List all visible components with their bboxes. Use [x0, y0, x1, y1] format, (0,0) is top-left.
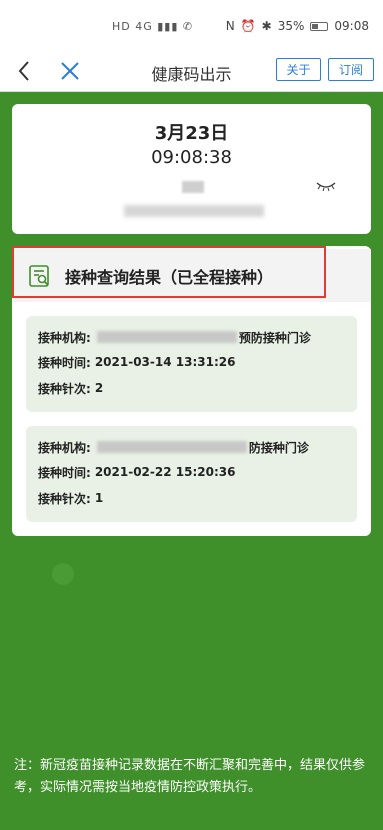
date-label: 3月23日	[154, 123, 229, 144]
vaccination-result-card: 接种查询结果（已全程接种） 接种机构: 预防接种门诊 接种时间: 2021-03…	[12, 246, 371, 536]
institution-label: 接种机构:	[38, 330, 91, 345]
decorative-dot	[52, 563, 74, 585]
date-card: 3月23日 09:08:38	[12, 104, 371, 234]
time-row: 接种时间: 2021-03-14 13:31:26	[38, 353, 235, 371]
institution-label: 接种机构:	[38, 440, 91, 455]
eye-closed-icon[interactable]	[315, 180, 337, 192]
dose-value: 1	[94, 491, 104, 505]
institution-row: 接种机构: 预防接种门诊	[38, 328, 311, 346]
institution-row: 接种机构: 防接种门诊	[38, 438, 309, 456]
close-icon	[61, 62, 79, 80]
dose-label: 接种针次:	[38, 491, 91, 506]
status-right: N ⏰ ✱ 35% 09:08	[226, 19, 369, 33]
redacted-institution	[96, 441, 247, 453]
status-signal-icons: HD 4G ▮▮▮ ✆	[112, 20, 194, 33]
battery-percent: 35%	[277, 19, 305, 33]
status-time: 09:08	[334, 19, 369, 33]
dose-label: 接种针次:	[38, 381, 91, 396]
time-label: 09:08:38	[151, 147, 232, 168]
dose-row: 接种针次: 2	[38, 379, 103, 397]
highlight-box	[12, 246, 326, 298]
time-value: 2021-03-14 13:31:26	[94, 355, 236, 369]
chevron-left-icon	[18, 61, 29, 81]
battery-icon	[310, 21, 329, 31]
dose-value: 2	[94, 381, 104, 395]
bluetooth-icon: ✱	[261, 19, 272, 33]
nav-bar: 健康码出示 关于 订阅	[0, 52, 383, 92]
about-button[interactable]: 关于	[276, 58, 321, 81]
back-button[interactable]	[10, 56, 38, 86]
redacted-id	[124, 205, 264, 217]
nfc-icon: N	[225, 19, 235, 33]
alarm-icon: ⏰	[240, 19, 256, 33]
institution-suffix: 防接种门诊	[248, 440, 309, 455]
vaccination-record: 接种机构: 防接种门诊 接种时间: 2021-02-22 15:20:36 接种…	[26, 426, 357, 522]
redacted-name	[182, 181, 204, 193]
time-label: 接种时间:	[38, 465, 91, 480]
status-bar: HD 4G ▮▮▮ ✆ N ⏰ ✱ 35% 09:08	[0, 0, 383, 52]
close-button[interactable]	[55, 56, 85, 86]
subscribe-button[interactable]: 订阅	[328, 58, 374, 81]
time-label: 接种时间:	[38, 355, 91, 370]
dose-row: 接种针次: 1	[38, 489, 103, 507]
disclaimer-note: 注：新冠疫苗接种记录数据在不断汇聚和完善中，结果仅供参考，实际情况需按当地疫情防…	[14, 758, 366, 795]
time-row: 接种时间: 2021-02-22 15:20:36	[38, 463, 235, 481]
institution-suffix: 预防接种门诊	[238, 330, 311, 345]
redacted-institution	[96, 331, 237, 343]
vaccination-record: 接种机构: 预防接种门诊 接种时间: 2021-03-14 13:31:26 接…	[26, 316, 357, 412]
time-value: 2021-02-22 15:20:36	[94, 465, 236, 479]
